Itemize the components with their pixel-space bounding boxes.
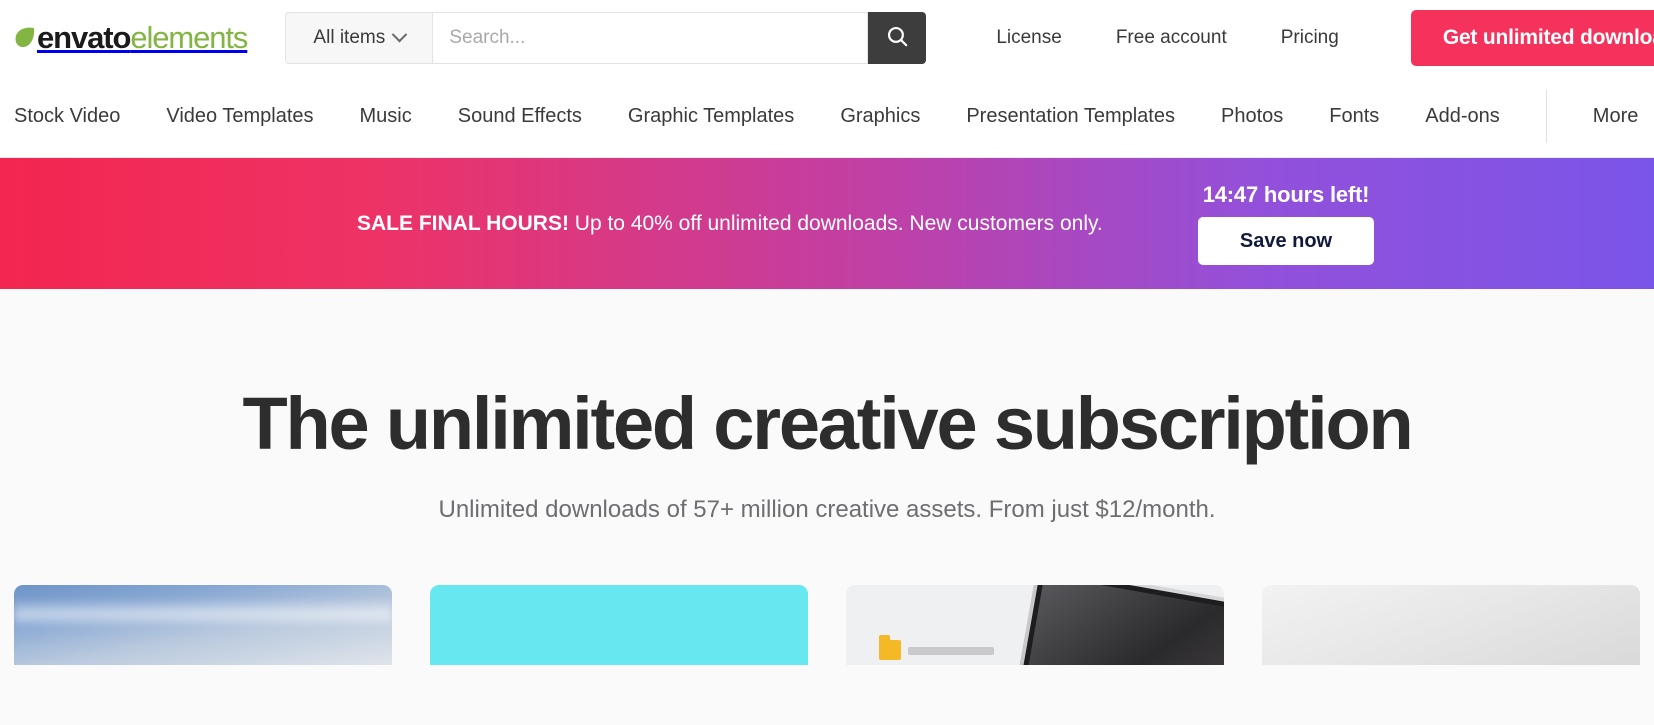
header-link-license[interactable]: License: [969, 27, 1089, 49]
search-bar: All items: [285, 11, 927, 64]
laptop-screen: [1025, 585, 1224, 665]
nav-divider: [1545, 89, 1547, 143]
search-category-dropdown[interactable]: All items: [285, 11, 434, 64]
promo-message: SALE FINAL HOURS! Up to 40% off unlimite…: [357, 212, 1103, 236]
search-submit-button[interactable]: [868, 11, 927, 64]
search-input[interactable]: [433, 11, 869, 64]
asset-card-cyan[interactable]: [430, 585, 808, 665]
hero-subtitle: Unlimited downloads of 57+ million creat…: [438, 495, 1216, 523]
nav-item-presentation-templates[interactable]: Presentation Templates: [966, 105, 1175, 128]
page-title: The unlimited creative subscription: [242, 382, 1414, 465]
nav-item-fonts[interactable]: Fonts: [1329, 105, 1379, 128]
logo-wordmark: envatoelements: [37, 20, 248, 55]
nav-item-video-templates[interactable]: Video Templates: [166, 105, 313, 128]
save-now-button[interactable]: Save now: [1198, 217, 1374, 265]
header-link-free-account[interactable]: Free account: [1089, 27, 1254, 49]
asset-card-sky-photo[interactable]: [14, 585, 392, 665]
promo-headline-rest: Up to 40% off unlimited downloads. New c…: [568, 211, 1103, 235]
search-category-label: All items: [313, 26, 386, 48]
logo-elements-text: elements: [130, 20, 248, 55]
nav-item-graphic-templates[interactable]: Graphic Templates: [628, 105, 794, 128]
nav-item-photos[interactable]: Photos: [1221, 105, 1283, 128]
leaf-icon: [14, 25, 36, 51]
header-link-pricing[interactable]: Pricing: [1254, 27, 1366, 49]
promo-banner: SALE FINAL HOURS! Up to 40% off unlimite…: [0, 158, 1654, 289]
logo-envato-text: envato: [37, 20, 131, 55]
site-header: envatoelements All items License Free ac…: [0, 0, 1654, 75]
envato-elements-logo[interactable]: envatoelements: [14, 18, 248, 58]
get-unlimited-downloads-button[interactable]: Get unlimited downloads: [1410, 9, 1654, 66]
hero-section: The unlimited creative subscription Unli…: [0, 289, 1654, 725]
search-icon: [885, 24, 910, 52]
nav-item-music[interactable]: Music: [360, 105, 412, 128]
asset-card-row: [0, 585, 1654, 665]
chevron-down-icon: [391, 26, 408, 43]
promo-cta-group: 14:47 hours left! Save now: [1198, 158, 1374, 289]
header-nav: License Free account Pricing Get unlimit…: [969, 9, 1654, 66]
nav-item-graphics[interactable]: Graphics: [840, 105, 920, 128]
asset-card-device-mockup[interactable]: [846, 585, 1224, 665]
category-nav: Stock Video Video Templates Music Sound …: [0, 75, 1654, 158]
asset-card-gray[interactable]: [1262, 585, 1640, 665]
nav-item-sound-effects[interactable]: Sound Effects: [458, 105, 582, 128]
laptop-icon: [1015, 585, 1224, 665]
folder-icon: [879, 635, 901, 660]
nav-item-stock-video[interactable]: Stock Video: [14, 105, 120, 128]
page-root: envatoelements All items License Free ac…: [0, 0, 1654, 725]
promo-headline-bold: SALE FINAL HOURS!: [357, 211, 569, 235]
promo-countdown-timer: 14:47 hours left!: [1202, 182, 1370, 207]
nav-item-more[interactable]: More: [1593, 105, 1639, 128]
mock-text-line: [908, 647, 994, 655]
nav-item-add-ons[interactable]: Add-ons: [1425, 105, 1500, 128]
